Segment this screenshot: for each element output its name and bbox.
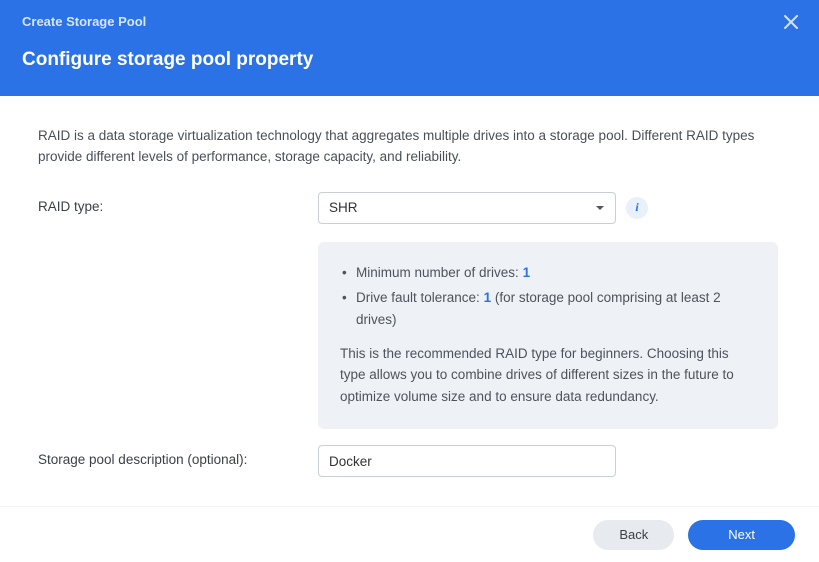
description-label: Storage pool description (optional): bbox=[38, 445, 318, 467]
dialog-header: Create Storage Pool Configure storage po… bbox=[0, 0, 819, 96]
back-button[interactable]: Back bbox=[593, 520, 674, 550]
description-row: Storage pool description (optional): bbox=[38, 445, 781, 477]
wizard-title: Create Storage Pool bbox=[22, 14, 797, 29]
description-input[interactable] bbox=[318, 445, 616, 477]
page-title: Configure storage pool property bbox=[22, 49, 797, 71]
raid-type-select[interactable]: SHR bbox=[318, 192, 616, 224]
close-button[interactable] bbox=[779, 12, 803, 36]
info-min-drives: Minimum number of drives: 1 bbox=[340, 262, 756, 284]
info-description: This is the recommended RAID type for be… bbox=[340, 343, 756, 408]
info-icon: i bbox=[635, 200, 638, 215]
raid-info-panel: Minimum number of drives: 1 Drive fault … bbox=[318, 242, 778, 430]
info-fault-tolerance: Drive fault tolerance: 1 (for storage po… bbox=[340, 287, 756, 330]
intro-text: RAID is a data storage virtualization te… bbox=[38, 126, 781, 168]
dialog-footer: Back Next bbox=[0, 506, 819, 562]
next-button[interactable]: Next bbox=[688, 520, 795, 550]
dialog-content: RAID is a data storage virtualization te… bbox=[0, 96, 819, 477]
chevron-down-icon bbox=[595, 203, 605, 213]
raid-type-row: RAID type: SHR i Minimum number of drive… bbox=[38, 192, 781, 430]
raid-type-selected-value: SHR bbox=[329, 200, 358, 215]
raid-info-button[interactable]: i bbox=[626, 197, 648, 219]
close-icon bbox=[784, 15, 798, 34]
raid-type-label: RAID type: bbox=[38, 192, 318, 214]
